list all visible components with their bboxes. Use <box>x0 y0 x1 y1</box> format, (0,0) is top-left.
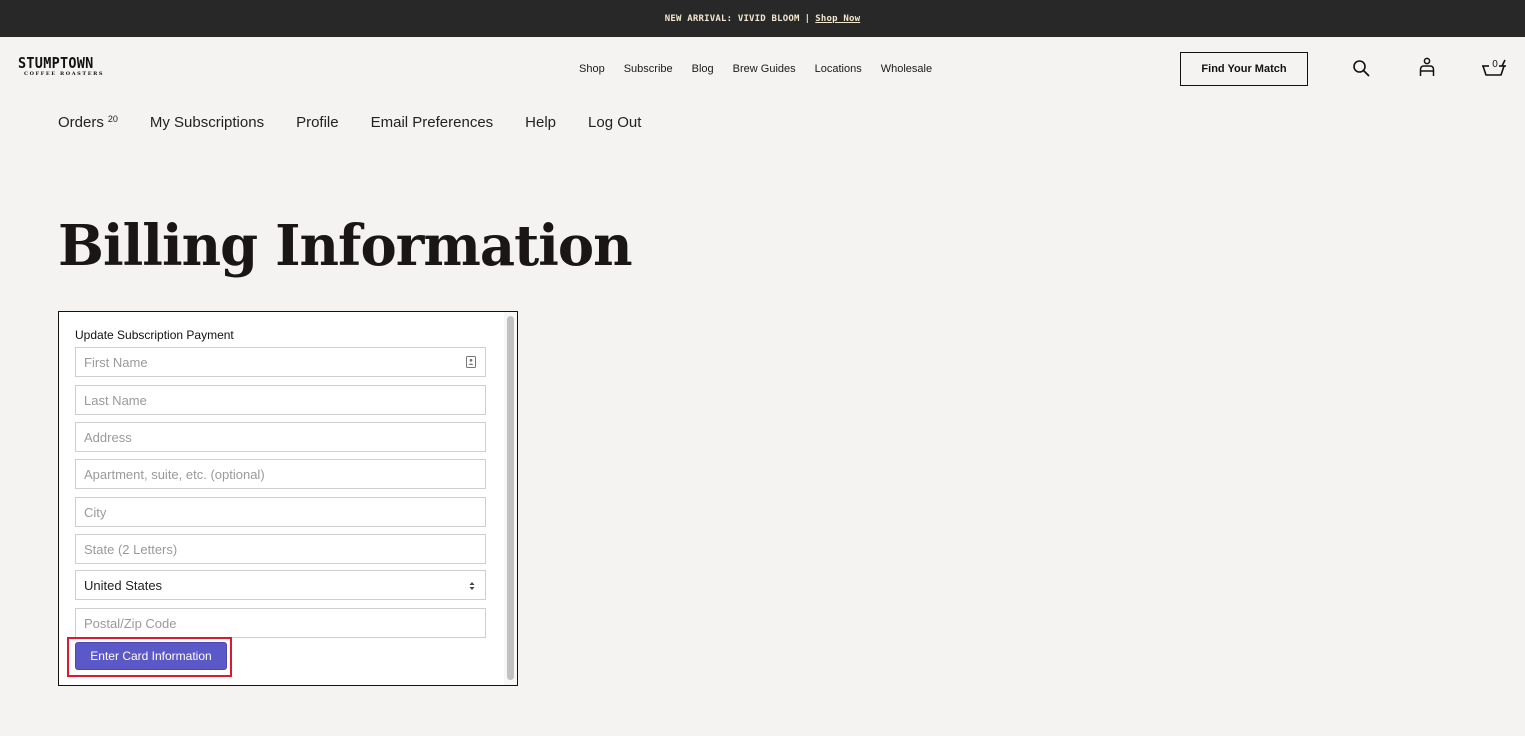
tab-log-out[interactable]: Log Out <box>588 113 641 133</box>
state-field[interactable] <box>75 534 486 564</box>
city-field[interactable] <box>75 497 486 527</box>
nav-wholesale[interactable]: Wholesale <box>881 63 932 75</box>
scrollbar-thumb[interactable] <box>507 316 514 680</box>
orders-count-badge: 20 <box>107 114 118 124</box>
announcement-text: NEW ARRIVAL: VIVID BLOOM <box>664 13 800 24</box>
nav-blog[interactable]: Blog <box>692 63 714 75</box>
tab-profile[interactable]: Profile <box>296 113 339 133</box>
search-icon[interactable] <box>1352 59 1370 77</box>
contact-card-icon[interactable] <box>465 356 477 368</box>
main-nav: Shop Subscribe Blog Brew Guides Location… <box>579 63 932 75</box>
tab-help[interactable]: Help <box>525 113 556 133</box>
shop-now-link[interactable]: Shop Now <box>815 14 860 24</box>
account-icon[interactable] <box>1417 57 1437 77</box>
page-title: Billing Information <box>58 213 633 279</box>
nav-locations[interactable]: Locations <box>815 63 862 75</box>
logo-wordmark: STUMPTOWN <box>18 54 94 72</box>
cart-button[interactable]: 0 <box>1481 57 1507 79</box>
last-name-field[interactable] <box>75 385 486 415</box>
address-field[interactable] <box>75 422 486 452</box>
tab-my-subscriptions[interactable]: My Subscriptions <box>150 113 264 133</box>
announcement-separator: | <box>804 13 811 24</box>
find-your-match-button[interactable]: Find Your Match <box>1180 52 1308 86</box>
account-nav: Orders 20 My Subscriptions Profile Email … <box>58 113 641 133</box>
select-arrows-icon <box>469 582 475 590</box>
tab-orders[interactable]: Orders 20 <box>58 113 118 133</box>
stumptown-logo[interactable]: STUMPTOWN COFFEE ROASTERS <box>18 55 118 77</box>
cart-count: 0 <box>1492 59 1498 70</box>
nav-brew-guides[interactable]: Brew Guides <box>733 63 796 75</box>
enter-card-information-button[interactable]: Enter Card Information <box>75 642 227 670</box>
frame-scrollbar[interactable] <box>504 312 517 685</box>
apartment-field[interactable] <box>75 459 486 489</box>
nav-subscribe[interactable]: Subscribe <box>624 63 673 75</box>
tab-email-preferences[interactable]: Email Preferences <box>371 113 494 133</box>
billing-form-frame: Update Subscription Payment United State… <box>58 311 518 686</box>
postal-code-field[interactable] <box>75 608 486 638</box>
form-heading: Update Subscription Payment <box>75 328 234 342</box>
first-name-field[interactable] <box>75 347 486 377</box>
country-select[interactable]: United States <box>75 570 486 600</box>
site-header: STUMPTOWN COFFEE ROASTERS Shop Subscribe… <box>0 37 1525 101</box>
tab-orders-label: Orders <box>58 114 104 131</box>
nav-shop[interactable]: Shop <box>579 63 605 75</box>
announcement-bar: NEW ARRIVAL: VIVID BLOOM | Shop Now <box>0 0 1525 37</box>
country-select-value: United States <box>84 577 163 593</box>
